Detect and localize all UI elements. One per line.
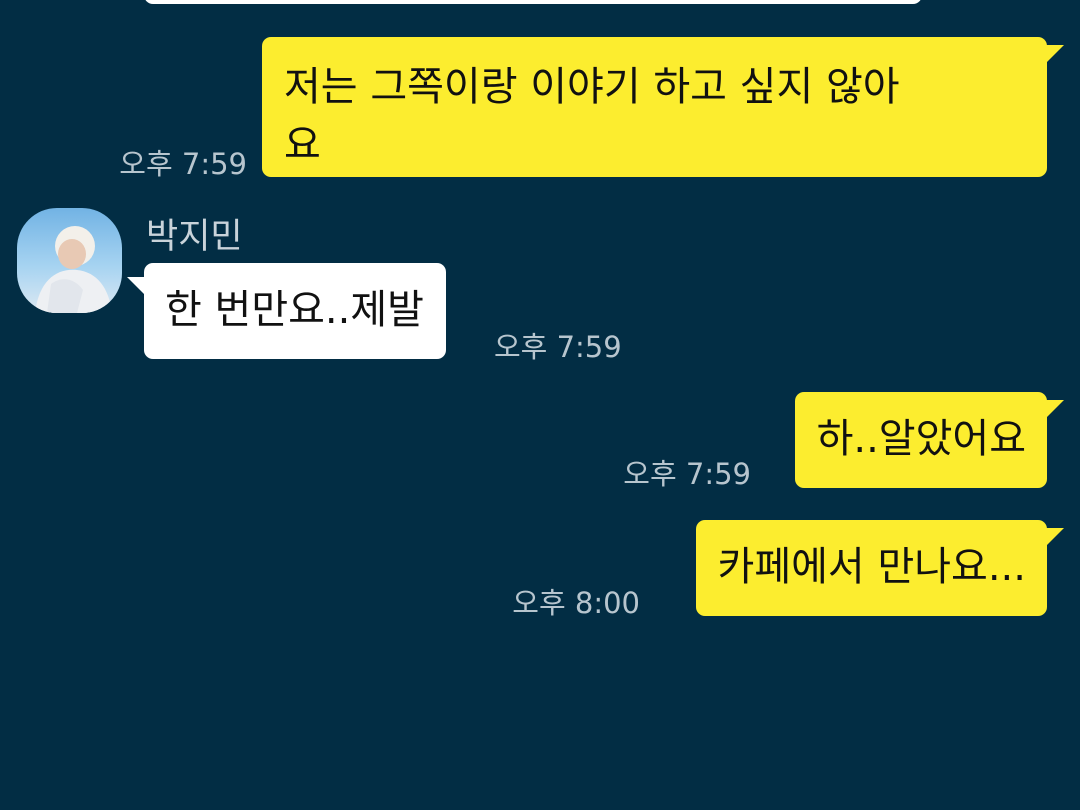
message-timestamp: 오후 7:59 <box>119 147 247 181</box>
outgoing-message-bubble[interactable]: 카페에서 만나요... <box>695 520 1047 616</box>
bubble-tail <box>1046 400 1064 418</box>
bubble-tail <box>1046 45 1064 63</box>
bubble-tail <box>127 277 145 295</box>
message-timestamp: 오후 7:59 <box>494 330 622 364</box>
chat-message-list[interactable]: 저는 그쪽이랑 이야기 하고 싶지 않아 요 오후 7:59 박지민 한 번만요… <box>0 0 1080 810</box>
bubble-tail <box>1046 528 1064 546</box>
message-text-line: 저는 그쪽이랑 이야기 하고 싶지 않아 <box>284 64 900 110</box>
message-text: 한 번만요..제발 <box>165 287 424 333</box>
message-timestamp: 오후 7:59 <box>623 457 751 491</box>
outgoing-message-bubble[interactable]: 하..알았어요 <box>794 392 1047 488</box>
profile-photo-icon <box>35 226 112 313</box>
message-text: 하..알았어요 <box>816 416 1026 462</box>
message-text-line: 요 <box>284 122 321 168</box>
message-timestamp: 오후 8:00 <box>512 586 640 620</box>
outgoing-message-bubble[interactable]: 저는 그쪽이랑 이야기 하고 싶지 않아 요 <box>262 37 1047 177</box>
sender-name: 박지민 <box>146 217 243 257</box>
message-text: 카페에서 만나요... <box>717 544 1026 590</box>
incoming-message-bubble[interactable]: 한 번만요..제발 <box>144 263 446 359</box>
sender-avatar[interactable] <box>17 208 122 313</box>
previous-message-bubble[interactable] <box>144 0 922 4</box>
